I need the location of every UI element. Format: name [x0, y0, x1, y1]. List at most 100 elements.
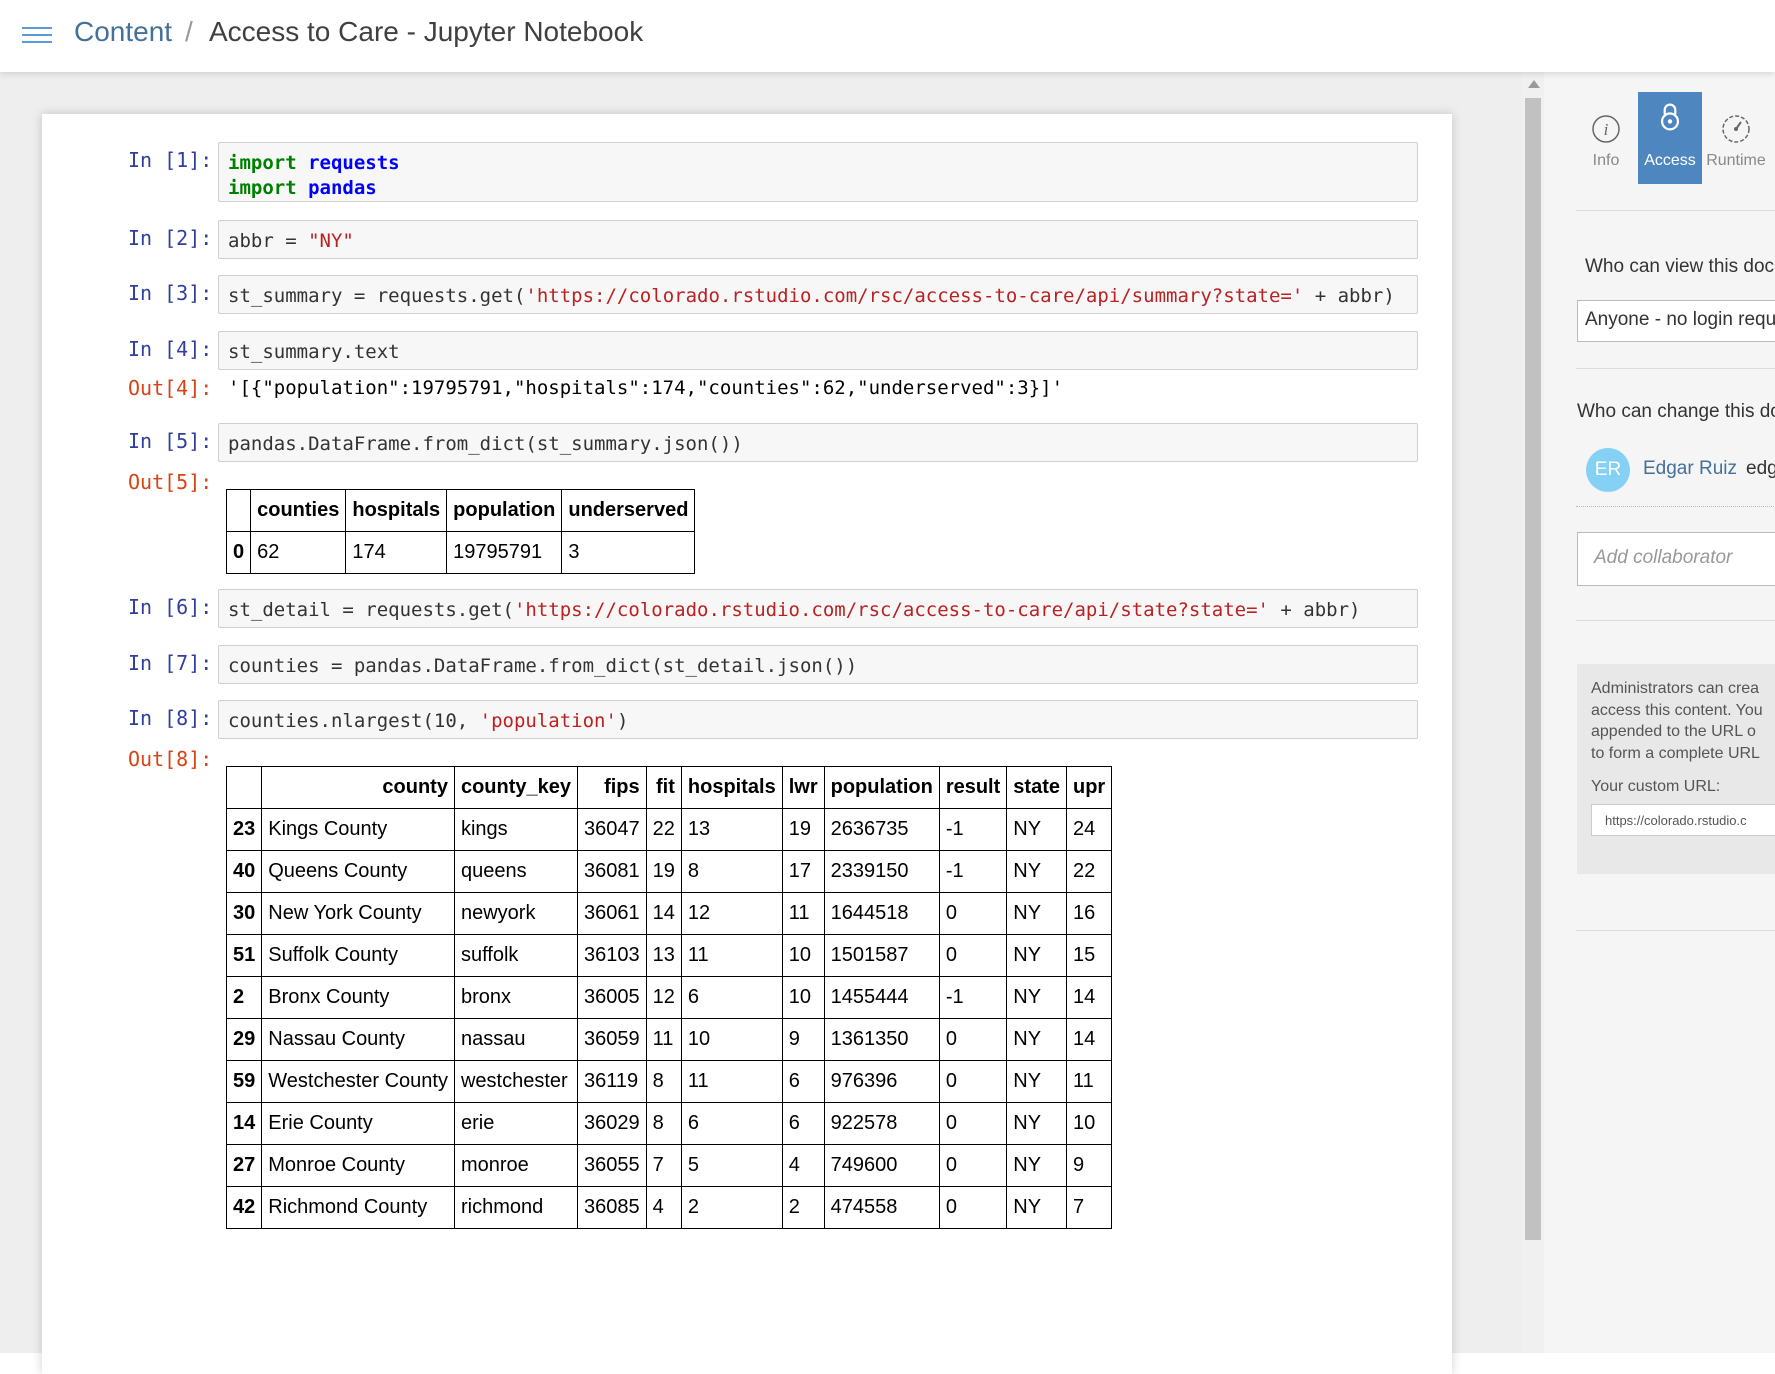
row-index: 29 — [225, 1018, 263, 1061]
table-cell: erie — [453, 1102, 579, 1145]
table-cell: 8 — [645, 1102, 682, 1145]
table-cell: 14 — [1065, 976, 1113, 1019]
breadcrumb-content-link[interactable]: Content — [74, 16, 172, 48]
scroll-up-arrow-icon[interactable] — [1528, 80, 1540, 88]
table-cell: 19 — [645, 850, 682, 893]
table-header-row: counties hospitals population underserve… — [225, 489, 696, 532]
tab-info[interactable]: i Info — [1574, 102, 1638, 184]
row-index: 23 — [225, 808, 263, 851]
table-cell: newyork — [453, 892, 579, 935]
column-header: counties — [250, 489, 347, 532]
collaborator-name-link[interactable]: Edgar Ruiz — [1643, 458, 1737, 480]
tab-runtime[interactable]: Runtime — [1704, 102, 1768, 184]
table-cell: 976396 — [823, 1060, 940, 1103]
table-cell: 6 — [781, 1102, 825, 1145]
table-cell: 8 — [645, 1060, 682, 1103]
table-row: 42 Richmond County richmond 36085 4 2 2 474558 0… — [225, 1186, 1113, 1229]
top-bar: Content / Access to Care - Jupyter Noteb… — [0, 0, 1775, 72]
table-cell: 36061 — [577, 892, 647, 935]
collaborator-email: edg — [1746, 458, 1775, 479]
table-header-row: county county_key fips fit hospitals lwr… — [225, 766, 1113, 809]
column-header: county_key — [453, 766, 579, 809]
table-cell: 14 — [1065, 1018, 1113, 1061]
column-header: result — [938, 766, 1008, 809]
table-cell: 0 — [938, 1102, 1008, 1145]
code-text: st_summary = requests.get( — [228, 285, 526, 307]
table-cell: 22 — [1065, 850, 1113, 893]
code-cell[interactable]: st_detail = requests.get('https://colora… — [218, 589, 1418, 628]
table-cell: 749600 — [823, 1144, 940, 1187]
tab-access[interactable]: Access — [1638, 92, 1702, 184]
row-index: 40 — [225, 850, 263, 893]
table-cell: 36029 — [577, 1102, 647, 1145]
table-corner — [225, 489, 252, 532]
notebook: In [1]: import requests import pandas In… — [42, 114, 1452, 1374]
code-cell[interactable]: st_summary.text — [218, 331, 1418, 370]
table-cell: 16 — [1065, 892, 1113, 935]
table-cell: Richmond County — [261, 1186, 455, 1229]
table-cell: Erie County — [261, 1102, 455, 1145]
table-cell: NY — [1006, 808, 1067, 851]
table-cell: 36119 — [577, 1060, 647, 1103]
tab-label: Info — [1592, 152, 1620, 169]
table-row: 59 Westchester County westchester 36119 8 11 6… — [225, 1060, 1113, 1103]
column-header: fit — [645, 766, 682, 809]
row-index: 14 — [225, 1102, 263, 1145]
code-cell[interactable]: import requests import pandas — [218, 142, 1418, 202]
table-cell: 11 — [1065, 1060, 1113, 1103]
avatar: ER — [1586, 448, 1630, 492]
table-cell: Nassau County — [261, 1018, 455, 1061]
row-index: 30 — [225, 892, 263, 935]
table-cell: 1361350 — [823, 1018, 940, 1061]
code-cell[interactable]: counties = pandas.DataFrame.from_dict(st… — [218, 645, 1418, 684]
view-permission-select[interactable]: Anyone - no login requ — [1577, 300, 1775, 342]
table-cell: New York County — [261, 892, 455, 935]
code-text: ) — [616, 710, 629, 732]
code-module: requests — [308, 152, 400, 174]
table-row: 14 Erie County erie 36029 8 6 6 922578 0 NY 10 — [225, 1102, 1113, 1145]
code-string: 'https://colorado.rstudio.com/rsc/access… — [525, 285, 1304, 307]
table-cell: Westchester County — [261, 1060, 455, 1103]
table-cell: 9 — [781, 1018, 825, 1061]
table-cell: 0 — [938, 1060, 1008, 1103]
code-string: "NY" — [308, 230, 354, 252]
column-header: hospitals — [680, 766, 783, 809]
table-cell: 5 — [680, 1144, 783, 1187]
table-cell: 4 — [781, 1144, 825, 1187]
table-cell: 0 — [938, 1144, 1008, 1187]
add-collaborator-input[interactable]: Add collaborator — [1577, 532, 1775, 586]
lock-icon — [1660, 103, 1680, 131]
table-cell: NY — [1006, 850, 1067, 893]
table-cell: 11 — [680, 934, 783, 977]
code-cell[interactable]: st_summary = requests.get('https://color… — [218, 275, 1418, 314]
code-cell[interactable]: abbr = "NY" — [218, 220, 1418, 259]
menu-icon[interactable] — [22, 27, 52, 45]
vertical-scrollbar[interactable] — [1522, 72, 1544, 1353]
table-cell: Kings County — [261, 808, 455, 851]
code-cell[interactable]: pandas.DataFrame.from_dict(st_summary.js… — [218, 423, 1418, 462]
table-cell: 10 — [1065, 1102, 1113, 1145]
table-row: 40 Queens County queens 36081 19 8 17 2339150 -1… — [225, 850, 1113, 893]
table-cell: 474558 — [823, 1186, 940, 1229]
code-text: st_detail = requests.get( — [228, 599, 514, 621]
custom-url-input[interactable]: https://colorado.rstudio.c — [1591, 804, 1775, 836]
table-cell: Queens County — [261, 850, 455, 893]
table-cell: 10 — [781, 976, 825, 1019]
table-corner — [225, 766, 263, 809]
table-cell: richmond — [453, 1186, 579, 1229]
scrollbar-thumb[interactable] — [1525, 98, 1541, 1240]
table-cell: NY — [1006, 1018, 1067, 1061]
code-cell[interactable]: counties.nlargest(10, 'population') — [218, 700, 1418, 739]
table-cell: 62 — [250, 531, 347, 574]
column-header: lwr — [781, 766, 825, 809]
table-cell: 11 — [680, 1060, 783, 1103]
table-cell: NY — [1006, 892, 1067, 935]
row-index: 59 — [225, 1060, 263, 1103]
code-text: pandas.DataFrame.from_dict(st_summary.js… — [228, 433, 743, 455]
table-cell: 14 — [645, 892, 682, 935]
table-cell: NY — [1006, 1186, 1067, 1229]
table-cell: 11 — [781, 892, 825, 935]
code-module: pandas — [308, 177, 377, 199]
counties-table-body: 23 Kings County kings 36047 22 13 19 2636735 -1 N… — [225, 808, 1113, 1229]
table-cell: 7 — [1065, 1186, 1113, 1229]
